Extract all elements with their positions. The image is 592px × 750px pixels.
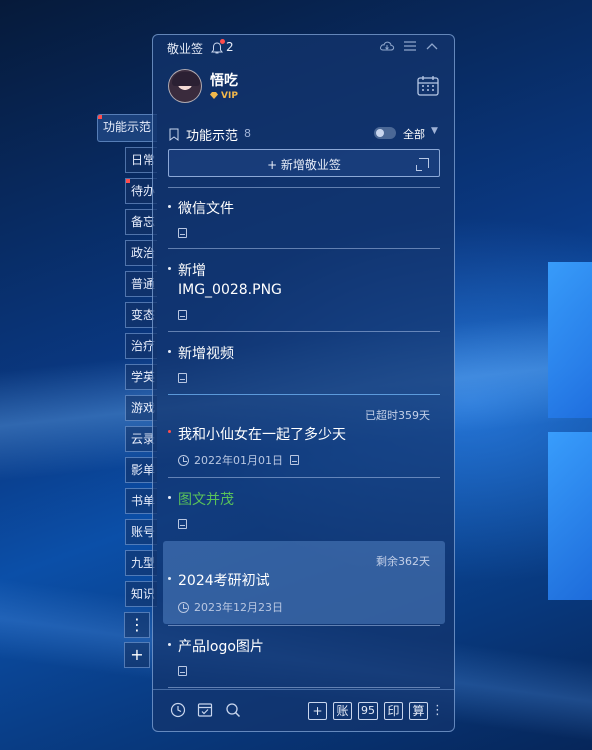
collapse-icon[interactable] bbox=[424, 40, 440, 54]
category-tab-label: 功能示范 bbox=[103, 120, 152, 134]
divider bbox=[168, 248, 440, 249]
divider bbox=[168, 687, 440, 688]
note-date: 2022年01月01日 bbox=[194, 454, 283, 467]
filter-dropdown[interactable]: 全部 bbox=[403, 126, 425, 142]
note-item[interactable]: 图文并茂 bbox=[153, 486, 454, 538]
list-title: 功能示范 bbox=[186, 129, 239, 144]
note-attachment bbox=[178, 372, 187, 385]
note-attachment bbox=[178, 309, 187, 322]
cloud-sync-icon[interactable] bbox=[379, 40, 395, 54]
note-bullet bbox=[168, 643, 171, 646]
notes-panel: 敬业签 2 悟吃 VIP 功能示范 8 全部 ▼ + 新增敬业签 微信文件 新增… bbox=[152, 34, 455, 732]
bookmark-icon bbox=[169, 126, 179, 141]
document-icon bbox=[178, 373, 187, 383]
bell-icon[interactable] bbox=[211, 39, 225, 54]
app-title: 敬业签 bbox=[167, 42, 204, 56]
document-icon bbox=[178, 310, 187, 320]
note-item-selected[interactable]: 剩余362天 2024考研初试 2023年12月23日 bbox=[153, 547, 454, 623]
note-attachment bbox=[178, 227, 187, 240]
note-item[interactable]: 产品logo图片 bbox=[153, 633, 454, 685]
more-options-button[interactable]: ⋮ bbox=[431, 702, 444, 720]
unread-marker bbox=[126, 179, 130, 183]
clock-icon bbox=[178, 455, 189, 466]
divider bbox=[168, 187, 440, 188]
document-icon bbox=[178, 666, 187, 676]
note-date: 2023年12月23日 bbox=[194, 601, 283, 614]
note-title: 图文并茂 bbox=[178, 492, 234, 508]
note-attachment bbox=[178, 518, 187, 531]
add-note-label: + 新增敬业签 bbox=[267, 158, 341, 172]
add-button[interactable]: + bbox=[308, 702, 327, 720]
windows-logo-pane bbox=[548, 432, 592, 600]
diamond-icon bbox=[210, 92, 218, 99]
note-bullet bbox=[168, 267, 171, 270]
note-title: 新增 IMG_0028.PNG bbox=[178, 263, 282, 298]
note-status: 剩余362天 bbox=[376, 555, 430, 568]
title-bar: 敬业签 2 bbox=[153, 35, 454, 59]
document-icon bbox=[290, 455, 299, 465]
note-title: 我和小仙女在一起了多少天 bbox=[178, 427, 346, 443]
bottom-toolbar: + 账 95 印 算 ⋮ bbox=[153, 689, 454, 731]
list-count: 8 bbox=[244, 127, 251, 140]
note-item[interactable]: 新增视频 bbox=[153, 340, 454, 392]
note-title: 新增视频 bbox=[178, 346, 234, 362]
note-bullet-alert bbox=[168, 430, 171, 433]
note-item[interactable]: 已超时359天 我和小仙女在一起了多少天 2022年01月01日 bbox=[153, 401, 454, 475]
divider bbox=[168, 394, 440, 395]
checklist-icon[interactable] bbox=[196, 702, 214, 720]
clock-icon[interactable] bbox=[169, 702, 187, 720]
document-icon bbox=[178, 228, 187, 238]
score-button[interactable]: 95 bbox=[358, 702, 378, 720]
note-attachment bbox=[178, 665, 187, 678]
category-tab-active[interactable]: 功能示范 bbox=[97, 114, 157, 142]
vip-label: VIP bbox=[221, 91, 238, 101]
clock-icon bbox=[178, 602, 189, 613]
user-name: 悟吃 bbox=[210, 73, 238, 89]
divider bbox=[168, 331, 440, 332]
note-bullet bbox=[168, 350, 171, 353]
print-button[interactable]: 印 bbox=[384, 702, 403, 720]
note-item[interactable]: 微信文件 bbox=[153, 195, 454, 247]
note-reminder: 2023年12月23日 bbox=[178, 599, 283, 615]
add-note-button[interactable]: + 新增敬业签 bbox=[168, 149, 440, 177]
note-bullet bbox=[168, 577, 171, 580]
account-button[interactable]: 账 bbox=[333, 702, 352, 720]
more-categories-button[interactable]: ⋮ bbox=[124, 612, 150, 638]
add-category-button[interactable]: + bbox=[124, 642, 150, 668]
unread-marker bbox=[98, 115, 102, 119]
user-profile: 悟吃 VIP bbox=[153, 65, 454, 113]
vip-badge: VIP bbox=[210, 91, 238, 101]
calculator-button[interactable]: 算 bbox=[409, 702, 428, 720]
document-icon bbox=[178, 519, 187, 529]
note-bullet bbox=[168, 496, 171, 499]
chevron-down-icon[interactable]: ▼ bbox=[431, 126, 438, 136]
note-title: 2024考研初试 bbox=[178, 573, 270, 589]
windows-logo-pane bbox=[548, 262, 592, 418]
calendar-icon[interactable] bbox=[417, 75, 439, 96]
expand-icon-part bbox=[416, 165, 422, 171]
note-title: 产品logo图片 bbox=[178, 639, 264, 655]
menu-icon[interactable] bbox=[402, 40, 418, 54]
filter-toggle[interactable] bbox=[374, 127, 396, 139]
notification-count: 2 bbox=[226, 40, 234, 54]
note-reminder: 2022年01月01日 bbox=[178, 452, 299, 468]
divider bbox=[168, 625, 440, 626]
divider bbox=[168, 477, 440, 478]
notification-dot bbox=[220, 39, 225, 44]
note-bullet bbox=[168, 205, 171, 208]
note-item[interactable]: 新增 IMG_0028.PNG bbox=[153, 257, 454, 329]
note-status: 已超时359天 bbox=[365, 409, 430, 422]
avatar[interactable] bbox=[168, 69, 202, 103]
list-header: 功能示范 8 全部 ▼ bbox=[153, 123, 454, 145]
search-icon[interactable] bbox=[224, 702, 242, 720]
note-title: 微信文件 bbox=[178, 201, 234, 217]
